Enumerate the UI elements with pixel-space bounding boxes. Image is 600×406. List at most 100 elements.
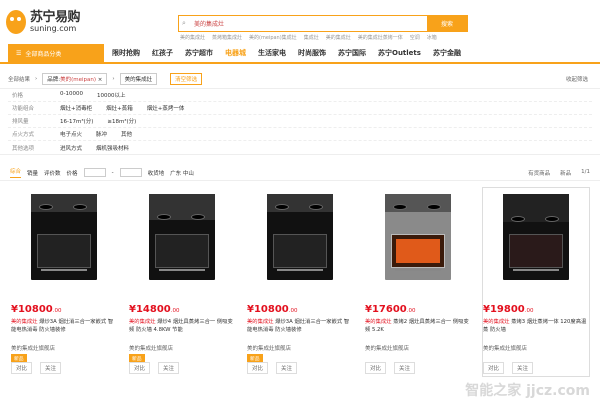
nav-item[interactable]: 苏宁Outlets [378,48,421,58]
shop-name[interactable]: 美的集成灶旗舰店 [129,344,235,352]
follow-button[interactable]: 关注 [40,362,62,374]
filter-label: 功能组合 [12,106,35,112]
filter-label: 价格 [12,93,24,99]
nav-item[interactable]: 苏宁国际 [338,48,366,58]
product-card[interactable]: ¥10800.00 美的集成灶 爆炒3A 烟灶消三合一家嵌式 智能电热消毒 防火… [10,187,118,377]
chevron-right-icon: › [112,75,115,82]
compare-button[interactable]: 对比 [483,362,505,374]
filter-row-other: 其他选项 进风方式 烟机强吸材料 [8,141,592,154]
filter-option[interactable]: 电子点火 [60,130,82,138]
sort-sales[interactable]: 销量 [27,169,38,177]
price-max-input[interactable] [119,168,142,177]
main-nav: ☰ 全部商品分类 限时抢购 红孩子 苏宁超市 电器城 生活家电 时尚服饰 苏宁国… [0,44,600,64]
nav-item[interactable]: 限时抢购 [112,48,140,58]
filter-row-function: 功能组合 烟灶+消毒柜 烟灶+蒸箱 烟灶+蒸烤一体 [8,102,592,115]
filter-option[interactable]: 烟灶+消毒柜 [60,104,92,112]
filter-option[interactable]: 烟灶+蒸箱 [106,104,133,112]
filter-option[interactable]: 0-10000 [60,91,83,99]
follow-button[interactable]: 关注 [512,362,534,374]
product-title[interactable]: 美的集成灶 爆炒4 烟灶具蒸烤三合一 侧吸变频 防火墙 4.8KW 节能 [129,318,235,334]
hot-word[interactable]: 美的(meipan)集成灶 [249,34,297,41]
product-image[interactable] [483,188,589,286]
product-card[interactable]: ¥17600.00 美的集成灶 蒸烤2 烟灶具蒸烤三合一 侧吸变频 5.2K 美… [364,187,472,377]
product-card[interactable]: ¥14800.00 美的集成灶 爆炒4 烟灶具蒸烤三合一 侧吸变频 防火墙 4.… [128,187,236,377]
breadcrumb: 全部结果 › 品牌:美的(meipan) × › 美的集成灶 清空筛选 收起筛选 [0,69,600,89]
shop-name[interactable]: 美的集成灶旗舰店 [11,344,117,352]
product-price: ¥14800.00 [129,304,180,315]
product-title[interactable]: 美的集成灶 爆炒3A 烟灶消三合一家嵌式 智能电热消毒 防火墙装修 [11,318,117,334]
nav-item[interactable]: 苏宁超市 [185,48,213,58]
price-min-input[interactable] [83,168,106,177]
hot-word[interactable]: 美的集成灶蒸烤一体 [358,34,403,41]
shop-name[interactable]: 美的集成灶旗舰店 [247,344,353,352]
hot-word[interactable]: 空调 [410,34,420,41]
search-button[interactable]: 搜索 [427,16,467,31]
filter-option[interactable]: ≥18m³(分) [107,117,136,125]
product-title[interactable]: 美的集成灶 爆炒3A 烟灶消三合一家嵌式 智能电热消毒 防火墙装修 [247,318,353,334]
compare-button[interactable]: 对比 [129,362,151,374]
pagination[interactable]: 1/1 [581,169,590,177]
product-image[interactable] [365,188,471,286]
sort-price[interactable]: 价格 [67,169,78,177]
sort-reviews[interactable]: 评价数 [44,169,61,177]
hot-word[interactable]: 冰箱 [427,34,437,41]
product-price: ¥10800.00 [11,304,62,315]
chevron-right-icon: › [35,75,38,82]
search-input[interactable] [192,16,427,31]
product-image[interactable] [247,188,353,286]
product-title[interactable]: 美的集成灶 蒸烤3 烟灶蒸烤一体 120度高温蒸 防火墙 [483,318,589,334]
keyword-tag[interactable]: 美的集成灶 [119,72,158,85]
compare-button[interactable]: 对比 [11,362,33,374]
new-toggle[interactable]: 新品 [560,169,571,177]
nav-item[interactable]: 电器城 [225,48,246,58]
menu-icon: ☰ [16,49,22,57]
all-categories-button[interactable]: ☰ 全部商品分类 [8,44,104,62]
follow-button[interactable]: 关注 [276,362,298,374]
clear-filters-button[interactable]: 清空筛选 [170,72,203,85]
filter-option[interactable]: 16-17m³(分) [60,117,93,125]
nav-item[interactable]: 苏宁金融 [433,48,461,58]
follow-button[interactable]: 关注 [158,362,180,374]
product-card[interactable]: ¥19800.00 美的集成灶 蒸烤3 烟灶蒸烤一体 120度高温蒸 防火墙 美… [482,187,590,377]
brand-label: 品牌: [47,76,61,83]
search-bar: ⌕ 搜索 [178,15,468,32]
suning-logo[interactable]: 苏宁易购 suning.com [6,8,94,36]
filter-dropdown[interactable]: 进风方式 [60,144,82,152]
filter-label: 排风量 [12,119,29,125]
hot-word[interactable]: 美的集成灶 [180,34,205,41]
site-header: 苏宁易购 suning.com ⌕ 搜索 美的集成灶 蒸烤箱集成灶 美的(mei… [0,0,600,42]
hot-word[interactable]: 蒸烤箱集成灶 [212,34,242,41]
delivery-select[interactable]: 广东 中山 [170,169,194,177]
product-image[interactable] [129,188,235,286]
follow-button[interactable]: 关注 [394,362,416,374]
brand-filter-tag[interactable]: 品牌:美的(meipan) × [42,72,108,85]
crumb-all[interactable]: 全部结果 [8,75,30,83]
filter-row-ignition: 点火方式 电子点火 脉冲 其他 [8,128,592,141]
hot-word[interactable]: 美的集成灶 [326,34,351,41]
product-grid: ¥10800.00 美的集成灶 爆炒3A 烟灶消三合一家嵌式 智能电热消毒 防火… [0,181,600,377]
collapse-filters-button[interactable]: 收起筛选 [566,75,588,83]
filter-label: 点火方式 [12,132,35,138]
hot-word[interactable]: 集成灶 [304,34,319,41]
filter-option[interactable]: 烟灶+蒸烤一体 [147,104,185,112]
product-title[interactable]: 美的集成灶 蒸烤2 烟灶具蒸烤三合一 侧吸变频 5.2K [365,318,471,334]
nav-item[interactable]: 时尚服饰 [298,48,326,58]
sort-default[interactable]: 综合 [10,167,22,178]
filter-label: 其他选项 [12,145,35,152]
shop-name[interactable]: 美的集成灶旗舰店 [365,344,471,352]
nav-item[interactable]: 红孩子 [152,48,173,58]
product-price: ¥19800.00 [483,304,534,315]
nav-item[interactable]: 生活家电 [258,48,286,58]
search-icon: ⌕ [182,19,186,27]
filter-option[interactable]: 脉冲 [96,130,107,138]
filter-panel: 价格 0-10000 10000以上 功能组合 烟灶+消毒柜 烟灶+蒸箱 烟灶+蒸烤一… [0,89,600,155]
filter-option[interactable]: 其他 [121,130,132,138]
compare-button[interactable]: 对比 [365,362,387,374]
in-stock-toggle[interactable]: 有货商品 [528,169,550,177]
compare-button[interactable]: 对比 [247,362,269,374]
product-card[interactable]: ¥10800.00 美的集成灶 爆炒3A 烟灶消三合一家嵌式 智能电热消毒 防火… [246,187,354,377]
filter-option[interactable]: 10000以上 [97,91,126,99]
filter-dropdown[interactable]: 烟机强吸材料 [96,144,129,152]
product-image[interactable] [11,188,117,286]
shop-name[interactable]: 美的集成灶旗舰店 [483,344,589,352]
